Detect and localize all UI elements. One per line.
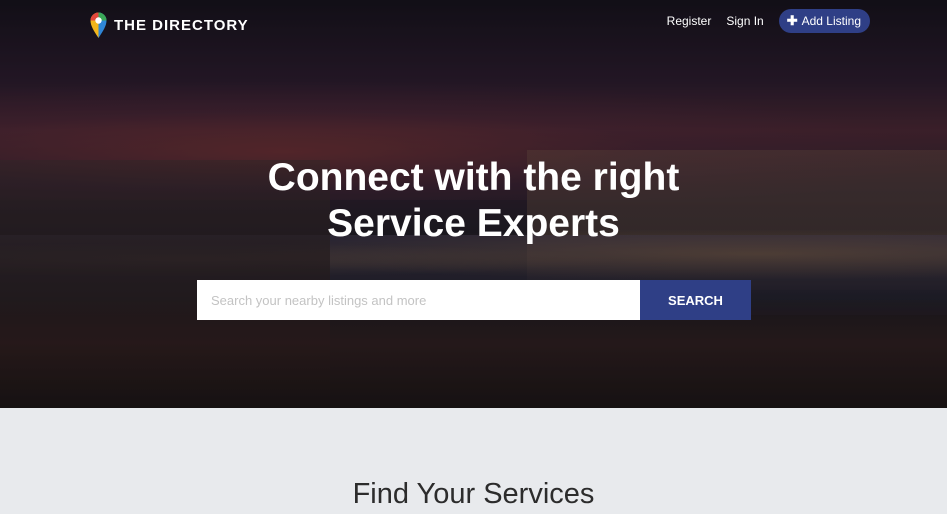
search-input[interactable] (197, 280, 640, 320)
search-bar: SEARCH (197, 280, 751, 320)
hero-headline: Connect with the right Service Experts (0, 155, 947, 247)
brand-name: THE DIRECTORY (114, 17, 249, 34)
add-listing-button[interactable]: ✚ Add Listing (778, 9, 870, 33)
nav-links: Register Sign In ✚ Add Listing (667, 9, 870, 33)
map-pin-icon (90, 12, 107, 38)
sign-in-link[interactable]: Sign In (726, 14, 763, 28)
top-navigation: THE DIRECTORY Register Sign In ✚ Add Lis… (0, 0, 947, 44)
hero-headline-line-1: Connect with the right (267, 156, 680, 199)
add-listing-label: Add Listing (801, 14, 861, 28)
plus-icon: ✚ (786, 13, 798, 28)
brand-logo[interactable]: THE DIRECTORY (90, 12, 249, 39)
register-link[interactable]: Register (667, 14, 712, 28)
hero-headline-line-2: Service Experts (327, 202, 620, 245)
search-button[interactable]: SEARCH (640, 280, 751, 320)
services-section: Find Your Services (0, 408, 947, 514)
section-title: Find Your Services (352, 478, 595, 510)
hero-banner: THE DIRECTORY Register Sign In ✚ Add Lis… (0, 0, 947, 408)
